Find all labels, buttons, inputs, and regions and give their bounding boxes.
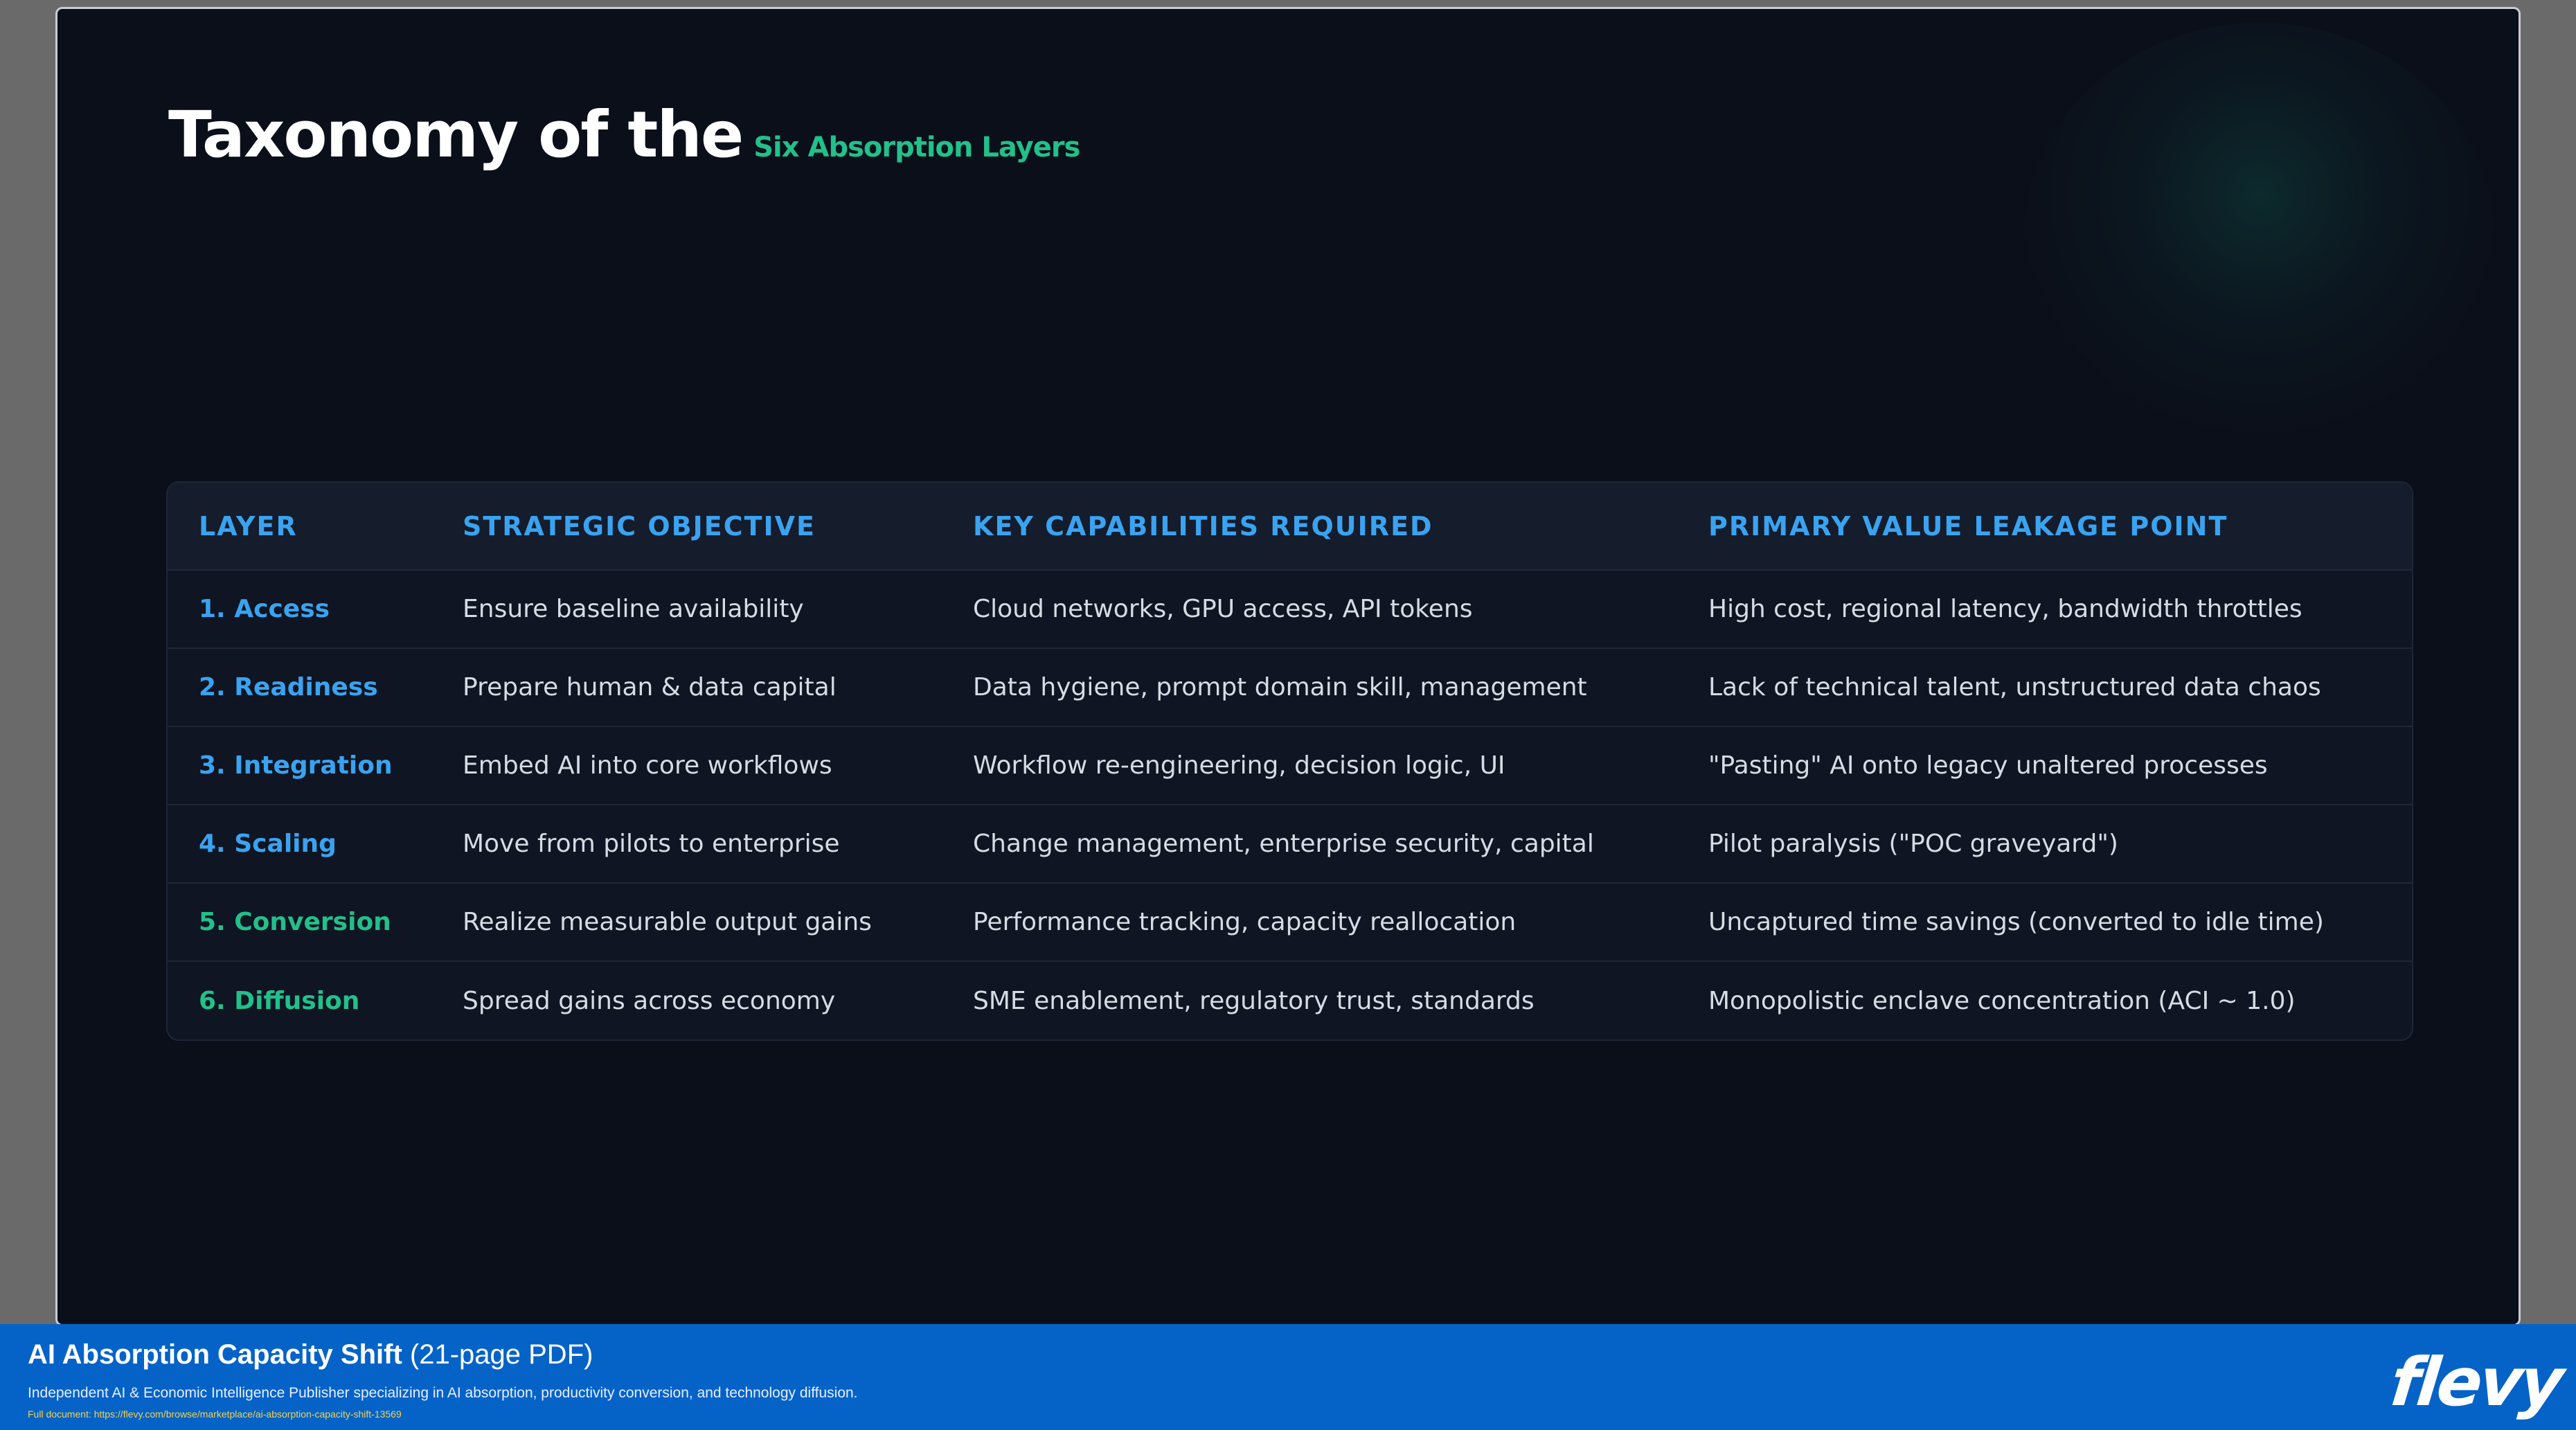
table-header-row: LAYER STRATEGIC OBJECTIVE KEY CAPABILITI… [168,483,2412,571]
layer-cell: 2. Readiness [168,648,431,727]
layer-cell: 3. Integration [168,726,431,805]
full-document-link[interactable]: Full document: https://flevy.com/browse/… [28,1409,402,1420]
capabilities-cell: Cloud networks, GPU access, API tokens [942,570,1677,649]
flevy-logo[interactable]: flevy [2387,1343,2565,1421]
table-row: 5. Conversion Realize measurable output … [168,883,2412,962]
layer-cell: 6. Diffusion [199,986,360,1015]
objective-cell: Ensure baseline availability [431,570,942,649]
capabilities-cell: Change management, enterprise security, … [942,805,1677,884]
publisher-description: Independent AI & Economic Intelligence P… [28,1385,858,1401]
header-key-capabilities: KEY CAPABILITIES REQUIRED [942,483,1677,571]
slide: Taxonomy of the Six Absorption Layers LAY… [55,7,2521,1326]
document-title: AI Absorption Capacity Shift [28,1339,402,1370]
objective-cell: Prepare human & data capital [431,648,942,727]
document-banner: AI Absorption Capacity Shift (21-page PD… [0,1324,2576,1430]
slide-title: Taxonomy of the Six Absorption Layers [168,98,1080,172]
leakage-cell: High cost, regional latency, bandwidth t… [1677,570,2412,649]
title-accent: Six Absorption Layers [753,132,1080,163]
leakage-cell: Monopolistic enclave concentration (ACI … [1708,986,2296,1015]
layer-cell: 5. Conversion [168,883,431,962]
leakage-cell: Uncaptured time savings (converted to id… [1677,883,2412,962]
header-layer: LAYER [168,483,431,571]
page-count: (21-page PDF) [409,1339,593,1370]
table-row: 4. Scaling Move from pilots to enterpris… [168,805,2412,884]
layer-cell: 1. Access [168,570,431,649]
taxonomy-table-card: LAYER STRATEGIC OBJECTIVE KEY CAPABILITI… [166,481,2413,1041]
capabilities-cell: Workflow re-engineering, decision logic,… [942,726,1677,805]
table-row: 3. Integration Embed AI into core workfl… [168,726,2412,805]
taxonomy-table: LAYER STRATEGIC OBJECTIVE KEY CAPABILITI… [168,483,2412,1039]
objective-cell: Spread gains across economy [463,986,836,1015]
leakage-cell: Lack of technical talent, unstructured d… [1677,648,2412,727]
objective-cell: Move from pilots to enterprise [431,805,942,884]
document-viewer: Taxonomy of the Six Absorption Layers LAY… [0,0,2576,1430]
table-row: 6. Diffusion Spread gains across economy… [168,961,2412,1039]
layer-cell: 4. Scaling [168,805,431,884]
capabilities-cell: Data hygiene, prompt domain skill, manag… [942,648,1677,727]
capabilities-cell: Performance tracking, capacity reallocat… [942,883,1677,962]
title-main: Taxonomy of the [168,98,744,172]
header-value-leakage: PRIMARY VALUE LEAKAGE POINT [1677,483,2412,571]
table-row: 1. Access Ensure baseline availability C… [168,570,2412,649]
table-row: 2. Readiness Prepare human & data capita… [168,648,2412,727]
objective-cell: Realize measurable output gains [431,883,942,962]
banner-title[interactable]: AI Absorption Capacity Shift (21-page PD… [28,1339,593,1370]
objective-cell: Embed AI into core workflows [431,726,942,805]
leakage-cell: "Pasting" AI onto legacy unaltered proce… [1677,726,2412,805]
capabilities-cell: SME enablement, regulatory trust, standa… [973,986,1535,1015]
header-strategic-objective: STRATEGIC OBJECTIVE [431,483,942,571]
background-glow [2024,23,2495,452]
leakage-cell: Pilot paralysis ("POC graveyard") [1677,805,2412,884]
